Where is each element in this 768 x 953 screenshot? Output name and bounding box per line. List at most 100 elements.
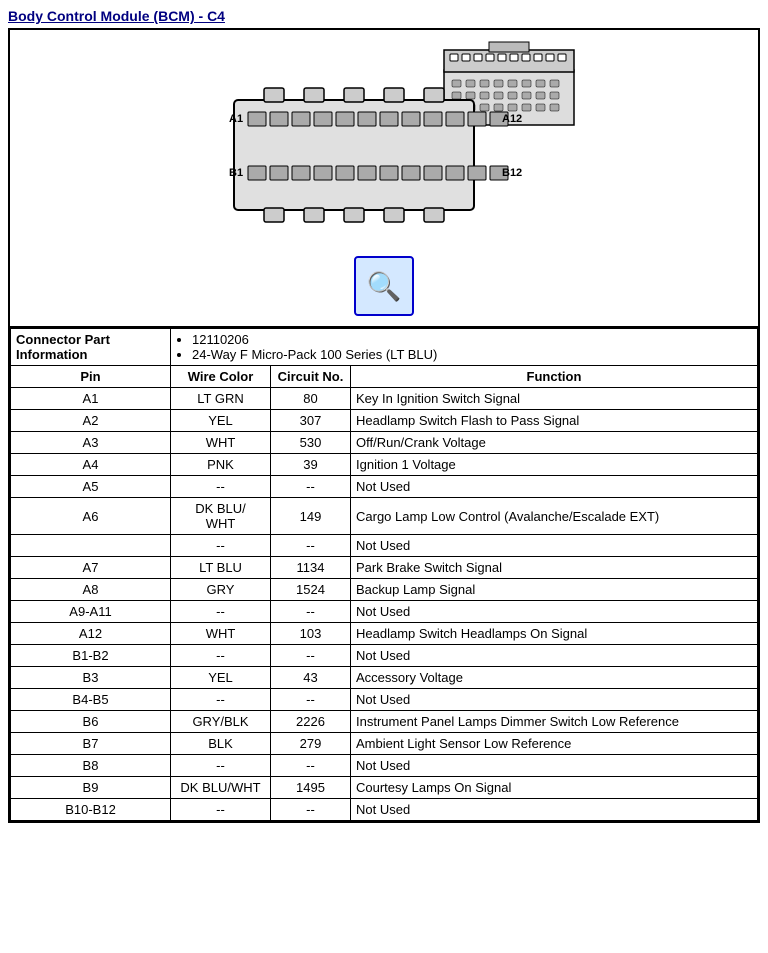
table-row: B6 GRY/BLK 2226 Instrument Panel Lamps D… xyxy=(11,711,758,733)
cell-function: Headlamp Switch Headlamps On Signal xyxy=(351,623,758,645)
cell-wire-color: -- xyxy=(171,799,271,821)
cell-function: Key In Ignition Switch Signal xyxy=(351,388,758,410)
cell-pin: A1 xyxy=(11,388,171,410)
cell-circuit-no: -- xyxy=(271,689,351,711)
cell-wire-color: LT GRN xyxy=(171,388,271,410)
cell-pin: A3 xyxy=(11,432,171,454)
cell-function: Courtesy Lamps On Signal xyxy=(351,777,758,799)
outer-border: A1 A12 B1 B12 🔍 Connector Part Informati… xyxy=(8,28,760,823)
table-row: B7 BLK 279 Ambient Light Sensor Low Refe… xyxy=(11,733,758,755)
cell-function: Ambient Light Sensor Low Reference xyxy=(351,733,758,755)
cell-wire-color: GRY xyxy=(171,579,271,601)
cell-circuit-no: 1134 xyxy=(271,557,351,579)
cell-pin: B7 xyxy=(11,733,171,755)
page-title: Body Control Module (BCM) - C4 xyxy=(8,8,760,24)
cell-wire-color: -- xyxy=(171,535,271,557)
cell-wire-color: PNK xyxy=(171,454,271,476)
cell-circuit-no: -- xyxy=(271,799,351,821)
cell-pin: B10-B12 xyxy=(11,799,171,821)
table-row: A4 PNK 39 Ignition 1 Voltage xyxy=(11,454,758,476)
cell-circuit-no: -- xyxy=(271,535,351,557)
part-number: 12110206 xyxy=(192,332,752,347)
cell-function: Not Used xyxy=(351,689,758,711)
header-wire-color: Wire Color xyxy=(171,366,271,388)
cell-wire-color: WHT xyxy=(171,432,271,454)
header-pin: Pin xyxy=(11,366,171,388)
svg-text:A1: A1 xyxy=(229,113,243,125)
cell-pin: A7 xyxy=(11,557,171,579)
header-circuit-no: Circuit No. xyxy=(271,366,351,388)
table-header-row: Pin Wire Color Circuit No. Function xyxy=(11,366,758,388)
cell-wire-color: YEL xyxy=(171,667,271,689)
cell-wire-color: LT BLU xyxy=(171,557,271,579)
table-row: A9-A11 -- -- Not Used xyxy=(11,601,758,623)
cell-wire-color: -- xyxy=(171,689,271,711)
cell-function: Not Used xyxy=(351,535,758,557)
cell-circuit-no: -- xyxy=(271,755,351,777)
svg-text:A12: A12 xyxy=(502,113,522,125)
cell-function: Headlamp Switch Flash to Pass Signal xyxy=(351,410,758,432)
cell-circuit-no: -- xyxy=(271,476,351,498)
table-row: A8 GRY 1524 Backup Lamp Signal xyxy=(11,579,758,601)
cell-circuit-no: 2226 xyxy=(271,711,351,733)
cell-pin: B4-B5 xyxy=(11,689,171,711)
cell-pin: B3 xyxy=(11,667,171,689)
table-row: B1-B2 -- -- Not Used xyxy=(11,645,758,667)
cell-wire-color: WHT xyxy=(171,623,271,645)
connector-table: Connector Part Information 12110206 24-W… xyxy=(10,328,758,821)
cell-function: Not Used xyxy=(351,476,758,498)
cell-circuit-no: 1495 xyxy=(271,777,351,799)
connector-info-label: Connector Part Information xyxy=(11,329,171,366)
cell-circuit-no: 307 xyxy=(271,410,351,432)
cell-function: Instrument Panel Lamps Dimmer Switch Low… xyxy=(351,711,758,733)
table-row: B9 DK BLU/WHT 1495 Courtesy Lamps On Sig… xyxy=(11,777,758,799)
cell-circuit-no: 43 xyxy=(271,667,351,689)
cell-wire-color: DK BLU/ WHT xyxy=(171,498,271,535)
cell-circuit-no: 279 xyxy=(271,733,351,755)
cell-circuit-no: 530 xyxy=(271,432,351,454)
cell-wire-color: -- xyxy=(171,645,271,667)
cell-circuit-no: -- xyxy=(271,601,351,623)
cell-function: Not Used xyxy=(351,645,758,667)
cell-wire-color: DK BLU/WHT xyxy=(171,777,271,799)
cell-pin: B1-B2 xyxy=(11,645,171,667)
table-row: B4-B5 -- -- Not Used xyxy=(11,689,758,711)
cell-function: Not Used xyxy=(351,755,758,777)
table-row: B8 -- -- Not Used xyxy=(11,755,758,777)
svg-text:B1: B1 xyxy=(229,167,243,179)
connector-info-row: Connector Part Information 12110206 24-W… xyxy=(11,329,758,366)
cell-pin: B9 xyxy=(11,777,171,799)
cell-pin xyxy=(11,535,171,557)
diagram-area: A1 A12 B1 B12 🔍 xyxy=(10,30,758,328)
cell-pin: A6 xyxy=(11,498,171,535)
cell-circuit-no: 80 xyxy=(271,388,351,410)
cell-wire-color: -- xyxy=(171,755,271,777)
table-row: A2 YEL 307 Headlamp Switch Flash to Pass… xyxy=(11,410,758,432)
cell-function: Accessory Voltage xyxy=(351,667,758,689)
cell-wire-color: -- xyxy=(171,476,271,498)
cell-pin: B6 xyxy=(11,711,171,733)
cell-pin: A8 xyxy=(11,579,171,601)
connector-details: 12110206 24-Way F Micro-Pack 100 Series … xyxy=(171,329,758,366)
magnify-icon: 🔍 xyxy=(367,270,402,303)
cell-circuit-no: 103 xyxy=(271,623,351,645)
connector-diagram-svg: A1 A12 B1 B12 xyxy=(174,40,594,240)
cell-wire-color: -- xyxy=(171,601,271,623)
cell-wire-color: YEL xyxy=(171,410,271,432)
cell-pin: B8 xyxy=(11,755,171,777)
table-row: B3 YEL 43 Accessory Voltage xyxy=(11,667,758,689)
cell-function: Ignition 1 Voltage xyxy=(351,454,758,476)
table-row: B10-B12 -- -- Not Used xyxy=(11,799,758,821)
cell-circuit-no: 39 xyxy=(271,454,351,476)
cell-function: Off/Run/Crank Voltage xyxy=(351,432,758,454)
magnify-button[interactable]: 🔍 xyxy=(354,256,414,316)
cell-pin: A2 xyxy=(11,410,171,432)
table-row: A7 LT BLU 1134 Park Brake Switch Signal xyxy=(11,557,758,579)
cell-pin: A12 xyxy=(11,623,171,645)
table-row: A1 LT GRN 80 Key In Ignition Switch Sign… xyxy=(11,388,758,410)
cell-pin: A9-A11 xyxy=(11,601,171,623)
cell-circuit-no: 149 xyxy=(271,498,351,535)
cell-function: Not Used xyxy=(351,601,758,623)
table-row: A5 -- -- Not Used xyxy=(11,476,758,498)
cell-pin: A4 xyxy=(11,454,171,476)
